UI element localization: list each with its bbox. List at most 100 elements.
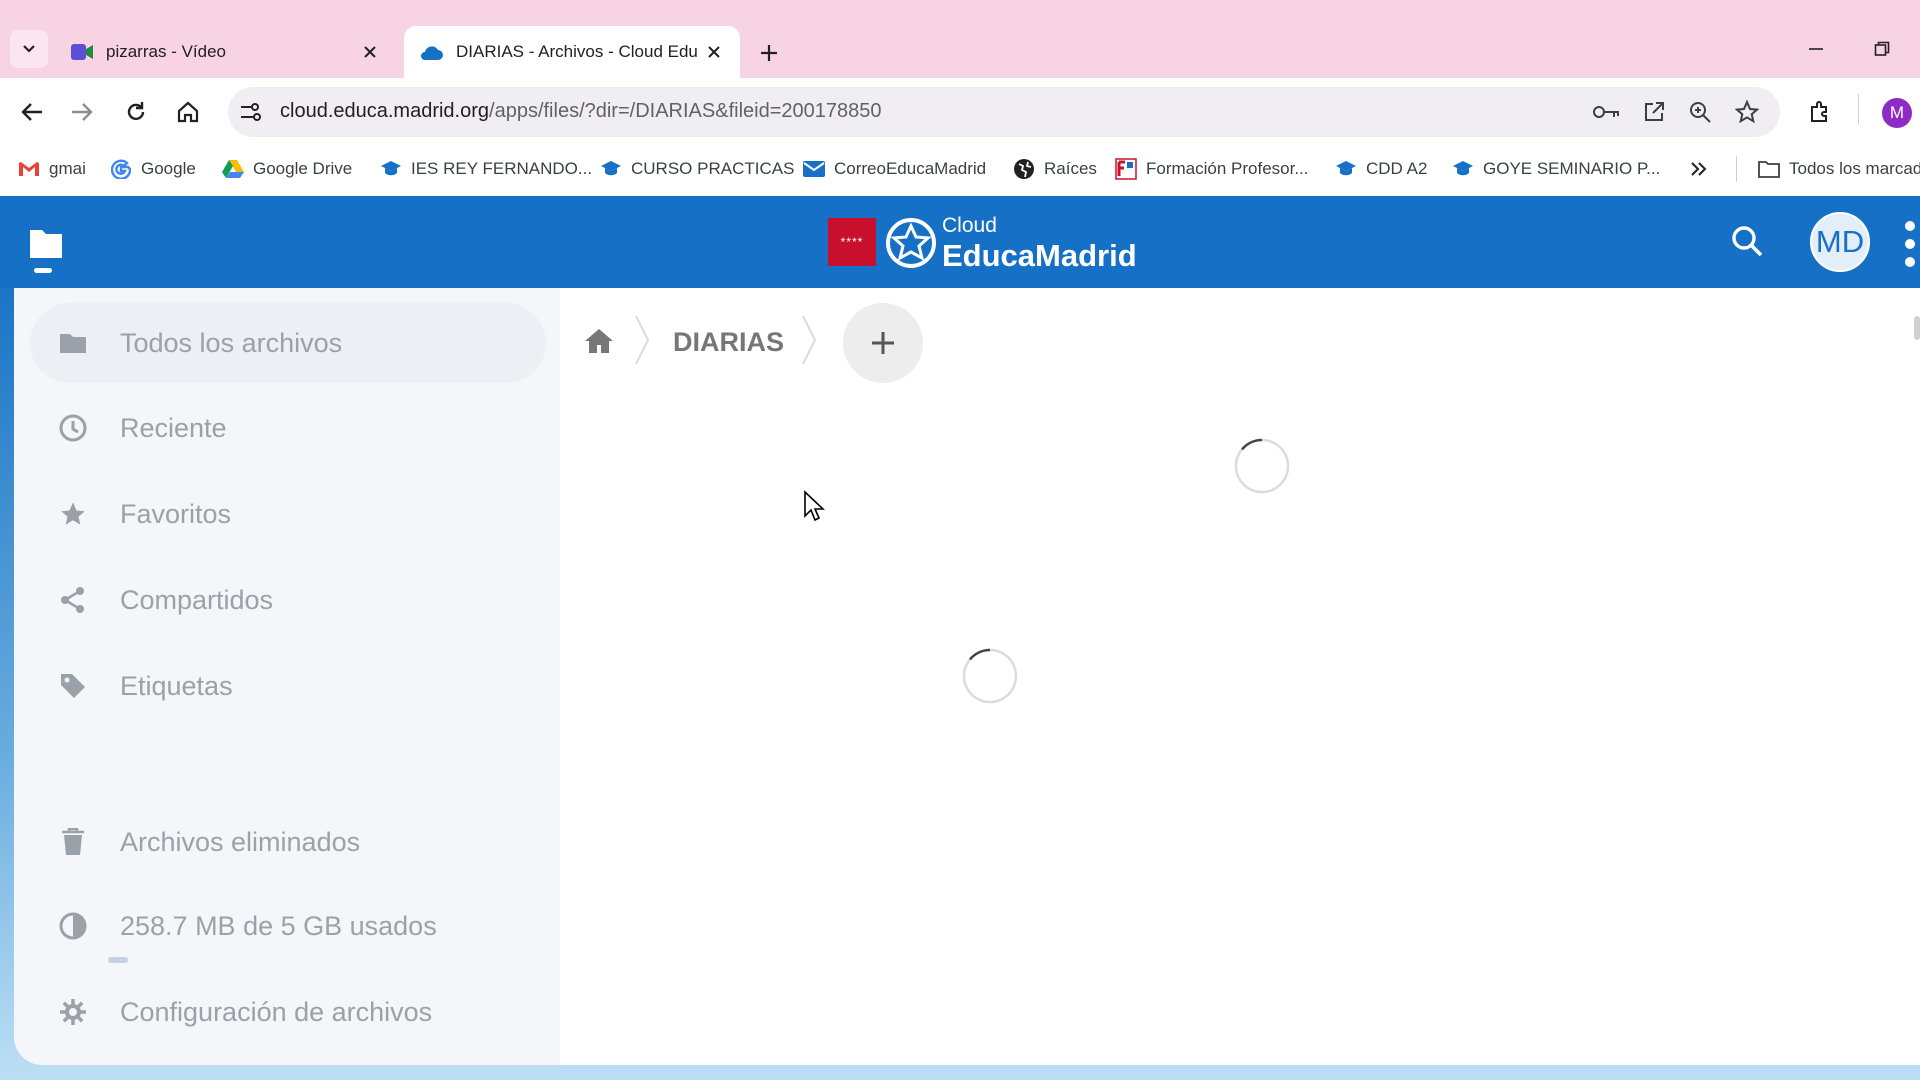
bookmark-label: Raíces (1044, 159, 1097, 178)
logo-cloud-text: Cloud (942, 214, 997, 237)
bookmark-formacion-profesor[interactable]: Formación Profesor... (1115, 152, 1309, 186)
open-in-app-icon[interactable] (1640, 98, 1668, 126)
gmail-icon (18, 158, 40, 180)
bookmark-ies-rey-fernando[interactable]: IES REY FERNANDO... (380, 152, 592, 186)
mail-icon (803, 158, 825, 180)
flag-stars: **** (840, 235, 864, 249)
bookmark-raices[interactable]: Raíces (1013, 152, 1097, 186)
zoom-icon[interactable] (1686, 98, 1714, 126)
bookmark-cdd-a2[interactable]: CDD A2 (1335, 152, 1427, 186)
loading-spinner (1234, 438, 1290, 494)
minimize-button[interactable] (1794, 32, 1838, 66)
google-icon (110, 158, 132, 180)
pie-chart-icon (56, 909, 90, 943)
new-item-button[interactable] (843, 303, 923, 383)
all-bookmarks-folder[interactable]: Todos los marcadores (1758, 152, 1920, 186)
password-key-icon[interactable] (1593, 98, 1621, 126)
scrollbar[interactable] (1914, 316, 1920, 340)
breadcrumb-current[interactable]: DIARIAS (673, 327, 784, 358)
extensions-icon[interactable] (1806, 98, 1834, 126)
sidebar-item-recent[interactable]: Reciente (30, 388, 546, 468)
bookmark-gmail[interactable]: gmai (18, 152, 86, 186)
breadcrumb-separator (633, 312, 651, 368)
bookmark-label: Todos los marcadores (1789, 159, 1920, 178)
sidebar-item-label: Etiquetas (120, 670, 233, 701)
double-chevron-right-icon (1691, 162, 1707, 176)
reload-icon (127, 102, 145, 121)
bookmark-star-icon[interactable] (1733, 98, 1761, 126)
bookmark-label: Formación Profesor... (1146, 159, 1309, 178)
grad-cap-icon (600, 158, 622, 180)
folder-outline-icon (1758, 158, 1780, 180)
fp-icon (1115, 158, 1137, 180)
restore-button[interactable] (1860, 32, 1904, 66)
sidebar-item-deleted-files[interactable]: Archivos eliminados (30, 802, 546, 882)
drive-icon (222, 158, 244, 180)
sidebar-quota[interactable]: 258.7 MB de 5 GB usados (30, 886, 546, 966)
more-vertical-icon[interactable] (1900, 220, 1916, 268)
loading-spinner (962, 648, 1018, 704)
sidebar-item-tags[interactable]: Etiquetas (30, 646, 546, 726)
new-tab-button[interactable] (752, 36, 786, 70)
search-icon[interactable] (1730, 224, 1764, 258)
bookmark-curso-practicas[interactable]: CURSO PRACTICAS (600, 152, 794, 186)
close-icon[interactable] (358, 40, 382, 64)
grad-cap-icon (380, 158, 402, 180)
bookmarks-overflow-button[interactable] (1690, 152, 1708, 186)
bookmark-goye-seminario[interactable]: GOYE SEMINARIO P... (1452, 152, 1660, 186)
sidebar-item-label: Todos los archivos (120, 327, 343, 358)
logo-educamadrid-text: EducaMadrid (942, 238, 1137, 273)
sidebar-item-all-files[interactable]: Todos los archivos (30, 303, 546, 383)
profile-avatar[interactable]: M (1882, 98, 1912, 128)
home-button[interactable] (168, 92, 208, 132)
share-icon (56, 583, 90, 617)
bookmark-google[interactable]: Google (110, 152, 196, 186)
minimize-icon (1809, 48, 1823, 50)
restore-icon (1874, 41, 1890, 56)
gear-icon (56, 995, 90, 1029)
bookmark-label: IES REY FERNANDO... (411, 159, 593, 178)
files-main-area (560, 288, 1920, 1065)
reload-button[interactable] (116, 92, 156, 132)
bookmark-google-drive[interactable]: Google Drive (222, 152, 352, 186)
trash-icon (56, 825, 90, 859)
browser-tab-diarias[interactable]: DIARIAS - Archivos - Cloud Edu (404, 26, 740, 78)
video-icon (70, 41, 94, 63)
site-info-icon[interactable] (236, 98, 264, 126)
grad-cap-icon (1335, 158, 1357, 180)
back-button[interactable] (12, 92, 52, 132)
sidebar-item-file-settings[interactable]: Configuración de archivos (30, 972, 546, 1052)
forward-button[interactable] (62, 92, 102, 132)
bookmarks-divider (1736, 156, 1737, 182)
sidebar-item-label: Archivos eliminados (120, 826, 361, 857)
sidebar-item-favorites[interactable]: Favoritos (30, 474, 546, 554)
grad-cap-icon (1452, 158, 1474, 180)
quota-label: 258.7 MB de 5 GB usados (120, 910, 437, 941)
sidebar-item-label: Compartidos (120, 584, 274, 615)
folder-icon (56, 326, 90, 360)
chevron-down-icon (23, 45, 35, 53)
profile-initial: M (1889, 103, 1905, 122)
comunidad-madrid-flag: **** (828, 218, 876, 266)
clock-icon (56, 411, 90, 445)
breadcrumb-home[interactable] (582, 324, 616, 358)
sidebar-item-shared[interactable]: Compartidos (30, 560, 546, 640)
plus-icon (761, 45, 777, 61)
globe-icon (1013, 158, 1035, 180)
user-avatar[interactable]: MD (1810, 212, 1870, 272)
home-icon (177, 101, 199, 123)
url-text[interactable]: cloud.educa.madrid.org/apps/files/?dir=/… (280, 100, 882, 123)
browser-tab-pizarras[interactable]: pizarras - Vídeo (56, 26, 396, 78)
home-icon (585, 329, 613, 353)
url-domain: cloud.educa.madrid.org (280, 100, 490, 122)
tab-title: pizarras - Vídeo (106, 42, 226, 61)
toolbar-divider (1858, 94, 1859, 124)
plus-icon (872, 332, 894, 354)
quota-progress-bar (108, 957, 128, 963)
bookmark-correo-educamadrid[interactable]: CorreoEducaMadrid (803, 152, 986, 186)
tab-search-dropdown[interactable] (10, 30, 48, 68)
files-app-icon[interactable] (24, 224, 68, 278)
url-path: /apps/files/?dir=/DIARIAS&fileid=2001788… (489, 100, 882, 122)
arrow-right-icon (72, 103, 93, 121)
close-icon[interactable] (702, 40, 726, 64)
